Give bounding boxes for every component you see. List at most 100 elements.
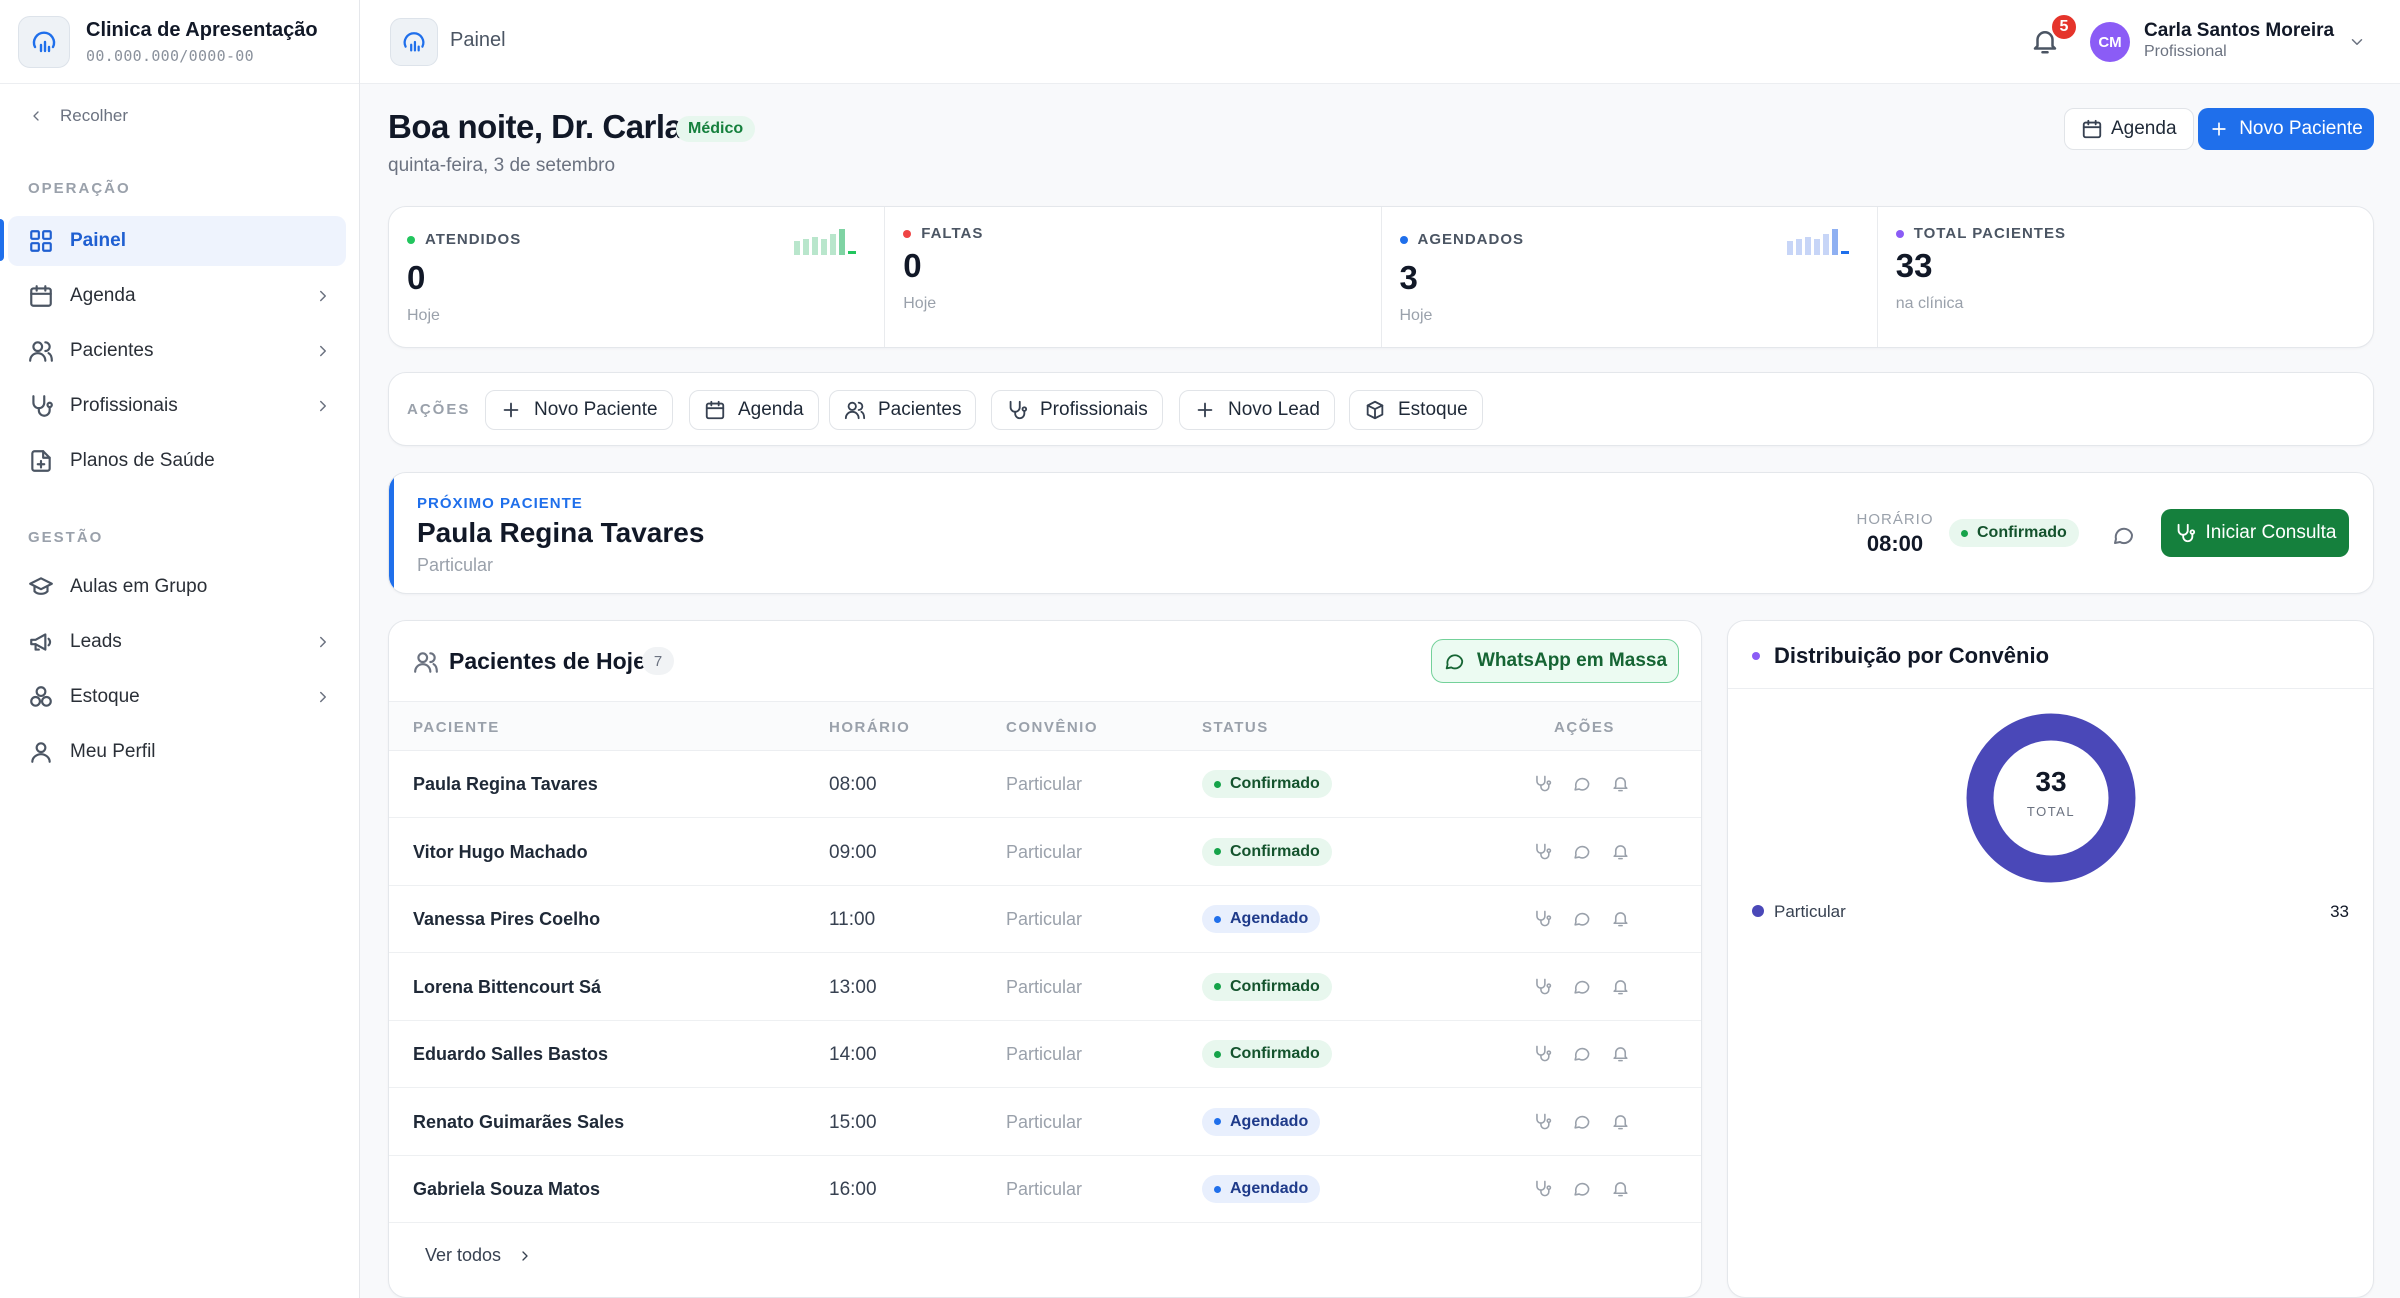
chat-icon[interactable] (2111, 523, 2135, 547)
sidebar-item-pacientes[interactable]: Pacientes (8, 326, 346, 376)
dashboard-icon (30, 230, 52, 252)
table-row[interactable]: Renato Guimarães Sales 15:00 Particular Age… (389, 1089, 1701, 1156)
sidebar-item-planos-de-saude[interactable]: Planos de Saúde (8, 436, 346, 486)
action-agenda-button[interactable]: Agenda (689, 390, 819, 430)
stat-label: ATENDIDOS (425, 231, 522, 248)
action-label: Novo Paciente (534, 399, 658, 420)
chat-icon[interactable] (1572, 977, 1591, 996)
section-label-gestao: GESTÃO (28, 529, 104, 546)
chat-icon[interactable] (1572, 1044, 1591, 1063)
stethoscope-icon[interactable] (1533, 909, 1552, 928)
column-header: STATUS (1202, 719, 1269, 736)
sidebar-item-profissionais[interactable]: Profissionais (8, 381, 346, 431)
table-row[interactable]: Vitor Hugo Machado 09:00 Particular Confirm… (389, 819, 1701, 886)
stat-value: 3 (1399, 259, 1418, 296)
collapse-sidebar-button[interactable]: Recolher (28, 106, 128, 126)
patient-name[interactable]: Paula Regina Tavares (413, 774, 598, 795)
distribution-header: Distribuição por Convênio (1728, 621, 2373, 689)
table-row[interactable]: Lorena Bittencourt Sá 13:00 Particular Conf… (389, 954, 1701, 1021)
boxes-icon (30, 686, 52, 707)
patient-name[interactable]: Lorena Bittencourt Sá (413, 977, 601, 998)
table-row[interactable]: Paula Regina Tavares 08:00 Particular Confi… (389, 751, 1701, 818)
action-label: Estoque (1398, 399, 1468, 420)
see-all-link[interactable]: Ver todos (425, 1245, 533, 1266)
chevron-down-icon[interactable] (2348, 33, 2366, 51)
collapse-label: Recolher (60, 106, 129, 125)
bell-icon[interactable] (1611, 909, 1630, 928)
chevron-left-icon (33, 111, 39, 121)
next-time: 08:00 (1866, 531, 1924, 556)
action-profissionais-button[interactable]: Profissionais (991, 390, 1163, 430)
patient-name[interactable]: Vitor Hugo Machado (413, 842, 588, 863)
chat-icon (1445, 654, 1464, 670)
breadcrumb: Painel (450, 29, 506, 51)
plus-icon (1197, 402, 1213, 418)
user-name[interactable]: Carla Santos Moreira (2144, 20, 2334, 42)
table-row[interactable]: Gabriela Souza Matos 16:00 Particular Agend… (389, 1156, 1701, 1223)
chevron-right-icon (320, 691, 326, 703)
next-patient-name[interactable]: Paula Regina Tavares (417, 517, 704, 549)
stethoscope-icon[interactable] (1533, 774, 1552, 793)
patient-name[interactable]: Renato Guimarães Sales (413, 1112, 624, 1133)
sidebar-item-agenda[interactable]: Agenda (8, 271, 346, 321)
table-row[interactable]: Vanessa Pires Coelho 11:00 Particular Agend… (389, 886, 1701, 953)
patient-time: 08:00 (829, 774, 877, 795)
document-icon (31, 450, 51, 472)
new-patient-button[interactable]: Novo Paciente (2198, 108, 2374, 150)
status-badge: Agendado (1202, 1175, 1321, 1203)
table-row[interactable]: Eduardo Salles Bastos 14:00 Particular Conf… (389, 1021, 1701, 1088)
stats-card: ATENDIDOS 0 Hoje FALTAS 0 Hoje AGENDADOS… (388, 206, 2374, 348)
stethoscope-icon[interactable] (1533, 977, 1552, 996)
sidebar-item-estoque[interactable]: Estoque (8, 672, 346, 722)
legend-value: 33 (2330, 902, 2349, 921)
bell-icon[interactable] (1611, 1112, 1630, 1131)
distribution-dot (1752, 652, 1760, 660)
sparkline-icon (1786, 229, 1849, 255)
sidebar-item-aulas-em-grupo[interactable]: Aulas em Grupo (8, 562, 346, 612)
patient-name[interactable]: Gabriela Souza Matos (413, 1179, 600, 1200)
stethoscope-icon (1009, 400, 1028, 420)
patients-today-card: Pacientes de Hoje 7 WhatsApp em Massa PA… (388, 620, 1702, 1298)
bell-icon[interactable] (1611, 1179, 1630, 1198)
action-estoque-button[interactable]: Estoque (1349, 390, 1483, 430)
start-consultation-button[interactable]: Iniciar Consulta (2161, 509, 2349, 557)
patient-name[interactable]: Eduardo Salles Bastos (413, 1044, 608, 1065)
avatar[interactable]: CM (2090, 22, 2130, 62)
chat-icon[interactable] (1572, 842, 1591, 861)
brand: Clinica de Apresentação 00.000.000/0000-… (0, 0, 359, 84)
sidebar-item-meu-perfil[interactable]: Meu Perfil (8, 727, 346, 777)
chat-icon[interactable] (1572, 1179, 1591, 1198)
stethoscope-icon[interactable] (1533, 842, 1552, 861)
stat-atendidos: ATENDIDOS 0 Hoje (389, 207, 886, 347)
bell-icon[interactable] (1611, 977, 1630, 996)
column-header: HORÁRIO (829, 719, 911, 736)
action-pacientes-button[interactable]: Pacientes (829, 390, 977, 430)
action-new-patient-button[interactable]: Novo Paciente (485, 390, 673, 430)
chat-icon[interactable] (1572, 1112, 1591, 1131)
stethoscope-icon[interactable] (1533, 1179, 1552, 1198)
chat-icon[interactable] (1572, 909, 1591, 928)
stat-faltas: FALTAS 0 Hoje (885, 207, 1382, 347)
clinic-logo-icon[interactable] (18, 15, 70, 68)
sidebar-item-painel[interactable]: Painel (8, 216, 346, 266)
sidebar-item-leads[interactable]: Leads (8, 617, 346, 667)
stat-label: FALTAS (921, 225, 984, 242)
bell-icon[interactable] (1611, 842, 1630, 861)
donut-slice-particular[interactable] (1966, 713, 2136, 883)
action-new-lead-button[interactable]: Novo Lead (1179, 390, 1335, 430)
bell-icon[interactable] (1611, 1044, 1630, 1063)
patients-count-badge: 7 (642, 647, 674, 675)
patient-name[interactable]: Vanessa Pires Coelho (413, 909, 600, 930)
patient-plan: Particular (1006, 1111, 1083, 1132)
patient-plan: Particular (1006, 976, 1083, 997)
stat-sub: Hoje (407, 307, 440, 324)
whatsapp-bulk-button[interactable]: WhatsApp em Massa (1431, 639, 1679, 683)
agenda-button[interactable]: Agenda (2064, 108, 2194, 150)
status-badge: Confirmado (1202, 770, 1332, 798)
stethoscope-icon[interactable] (1533, 1044, 1552, 1063)
chat-icon[interactable] (1572, 774, 1591, 793)
stethoscope-icon[interactable] (1533, 1112, 1552, 1131)
quick-actions-card: AÇÕES Novo Paciente Agenda Pacientes Pro… (388, 372, 2374, 446)
bell-icon[interactable] (1611, 774, 1630, 793)
patient-plan: Particular (1006, 774, 1083, 794)
